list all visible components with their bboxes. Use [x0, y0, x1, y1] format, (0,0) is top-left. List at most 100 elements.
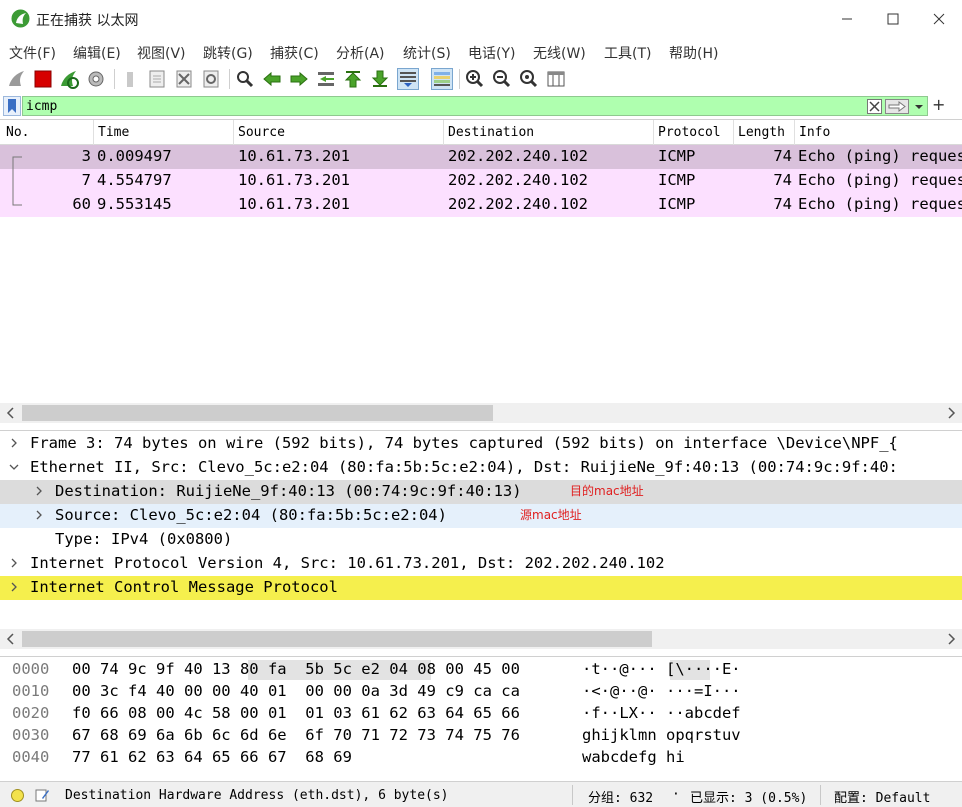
column-header-protocol[interactable]: Protocol [654, 120, 734, 145]
tree-item-label: Source: Clevo_5c:e2:04 (80:fa:5b:5c:e2:0… [55, 506, 447, 524]
menu-statistics[interactable]: 统计(S) [403, 43, 451, 63]
cell-destination: 202.202.240.102 [448, 171, 588, 189]
menu-file[interactable]: 文件(F) [9, 43, 56, 63]
bookmark-icon[interactable] [3, 96, 21, 116]
column-header-time[interactable]: Time [94, 120, 234, 145]
scroll-right-icon[interactable] [944, 406, 958, 420]
cell-time: 4.554797 [97, 171, 172, 189]
scroll-left-icon[interactable] [4, 406, 18, 420]
colorize-icon[interactable] [431, 68, 453, 90]
zoom-normal-icon[interactable] [518, 68, 540, 90]
tree-item-eth-destination[interactable]: Destination: RuijieNe_9f:40:13 (00:74:9c… [0, 480, 962, 504]
annotation-destination-mac: 目的mac地址 [570, 484, 644, 498]
menu-capture[interactable]: 捕获(C) [270, 43, 319, 63]
apply-filter-icon[interactable] [885, 99, 909, 114]
edit-comment-icon[interactable] [34, 787, 50, 803]
hex-ascii[interactable]: ·f··LX·· ··abcdef [582, 704, 741, 722]
menu-tools[interactable]: 工具(T) [604, 43, 651, 63]
hex-row[interactable]: 0040 77 61 62 63 64 65 66 67 68 69 wabcd… [0, 746, 962, 768]
zoom-in-icon[interactable] [464, 68, 486, 90]
chevron-right-icon[interactable] [8, 437, 20, 449]
window-title: 正在捕获 以太网 [36, 13, 139, 29]
column-header-no[interactable]: No. [2, 120, 94, 145]
table-row[interactable]: 60 9.553145 10.61.73.201 202.202.240.102… [0, 193, 962, 217]
chevron-right-icon[interactable] [33, 509, 45, 521]
hex-row[interactable]: 0000 00 74 9c 9f 40 13 80 fa 5b 5c e2 04… [0, 658, 962, 680]
hex-bytes[interactable]: f0 66 08 00 4c 58 00 01 01 03 61 62 63 6… [72, 704, 520, 722]
menu-edit[interactable]: 编辑(E) [73, 43, 121, 63]
packet-list-horizontal-scrollbar[interactable] [0, 403, 962, 423]
display-filter-bar: + [0, 94, 962, 118]
minimize-button[interactable] [824, 0, 870, 38]
menu-go[interactable]: 跳转(G) [203, 43, 253, 63]
hex-ascii[interactable]: ·t··@··· [\····E· [582, 660, 741, 678]
column-header-info[interactable]: Info [795, 120, 962, 145]
column-header-source[interactable]: Source [234, 120, 444, 145]
tree-item-ipv4[interactable]: Internet Protocol Version 4, Src: 10.61.… [0, 552, 962, 576]
tree-item-eth-type[interactable]: Type: IPv4 (0x0800) [0, 528, 962, 552]
minimize-icon [842, 18, 852, 20]
go-last-icon[interactable] [369, 68, 391, 90]
open-file-icon[interactable] [119, 68, 141, 90]
column-header-destination[interactable]: Destination [444, 120, 654, 145]
go-to-packet-icon[interactable] [315, 68, 337, 90]
save-file-icon[interactable] [146, 68, 168, 90]
hex-bytes[interactable]: 67 68 69 6a 6b 6c 6d 6e 6f 70 71 72 73 7… [72, 726, 520, 744]
reload-file-icon[interactable] [200, 68, 222, 90]
chevron-down-icon[interactable] [8, 461, 20, 473]
chevron-right-icon[interactable] [8, 581, 20, 593]
hex-row[interactable]: 0010 00 3c f4 40 00 00 40 01 00 00 0a 3d… [0, 680, 962, 702]
annotation-source-mac: 源mac地址 [520, 508, 582, 522]
close-button[interactable] [916, 0, 962, 38]
cell-source: 10.61.73.201 [238, 147, 350, 165]
restart-capture-icon[interactable] [58, 68, 80, 90]
table-row[interactable]: 3 0.009497 10.61.73.201 202.202.240.102 … [0, 145, 962, 169]
maximize-button[interactable] [870, 0, 916, 38]
shark-fin-start-icon[interactable] [6, 68, 28, 90]
packet-list: No. Time Source Destination Protocol Len… [0, 119, 962, 424]
hex-ascii[interactable]: wabcdefg hi [582, 748, 685, 766]
hex-ascii[interactable]: ·<·@··@· ···=I··· [582, 682, 741, 700]
stop-capture-icon[interactable] [32, 68, 54, 90]
status-profile[interactable]: 配置: Default [834, 787, 930, 806]
clear-filter-icon[interactable] [867, 99, 882, 114]
chevron-right-icon[interactable] [8, 557, 20, 569]
scrollbar-thumb[interactable] [22, 631, 652, 647]
add-filter-button[interactable]: + [932, 95, 945, 114]
menu-analyze[interactable]: 分析(A) [336, 43, 385, 63]
packet-bytes-pane: 0000 00 74 9c 9f 40 13 80 fa 5b 5c e2 04… [0, 656, 962, 780]
hex-bytes[interactable]: 77 61 62 63 64 65 66 67 68 69 [72, 748, 352, 766]
menu-view[interactable]: 视图(V) [137, 43, 186, 63]
go-first-icon[interactable] [342, 68, 364, 90]
tree-item-icmp[interactable]: Internet Control Message Protocol [0, 576, 962, 600]
menu-telephony[interactable]: 电话(Y) [468, 43, 515, 63]
capture-options-icon[interactable] [85, 68, 107, 90]
zoom-out-icon[interactable] [491, 68, 513, 90]
scrollbar-thumb[interactable] [22, 405, 493, 421]
menu-help[interactable]: 帮助(H) [669, 43, 718, 63]
tree-item-ethernet[interactable]: Ethernet II, Src: Clevo_5c:e2:04 (80:fa:… [0, 456, 962, 480]
go-forward-icon[interactable] [288, 68, 310, 90]
close-file-icon[interactable] [173, 68, 195, 90]
tree-item-frame[interactable]: Frame 3: 74 bytes on wire (592 bits), 74… [0, 432, 962, 456]
hex-row[interactable]: 0030 67 68 69 6a 6b 6c 6d 6e 6f 70 71 72… [0, 724, 962, 746]
table-row[interactable]: 7 4.554797 10.61.73.201 202.202.240.102 … [0, 169, 962, 193]
capture-status-led-icon[interactable] [11, 789, 24, 802]
go-back-icon[interactable] [261, 68, 283, 90]
tree-item-eth-source[interactable]: Source: Clevo_5c:e2:04 (80:fa:5b:5c:e2:0… [0, 504, 962, 528]
resize-columns-icon[interactable] [545, 68, 567, 90]
menu-wireless[interactable]: 无线(W) [533, 43, 586, 63]
scroll-left-icon[interactable] [4, 632, 18, 646]
display-filter-input[interactable] [22, 96, 928, 116]
hex-row[interactable]: 0020 f0 66 08 00 4c 58 00 01 01 03 61 62… [0, 702, 962, 724]
hex-ascii[interactable]: ghijklmn opqrstuv [582, 726, 741, 744]
column-header-length[interactable]: Length [734, 120, 795, 145]
chevron-right-icon[interactable] [33, 485, 45, 497]
find-packet-icon[interactable] [234, 68, 256, 90]
hex-bytes[interactable]: 00 74 9c 9f 40 13 80 fa 5b 5c e2 04 08 0… [72, 660, 520, 678]
filter-history-icon[interactable] [913, 99, 925, 114]
details-horizontal-scrollbar[interactable] [0, 629, 962, 649]
scroll-right-icon[interactable] [944, 632, 958, 646]
autoscroll-icon[interactable] [397, 68, 419, 90]
hex-bytes[interactable]: 00 3c f4 40 00 00 40 01 00 00 0a 3d 49 c… [72, 682, 520, 700]
